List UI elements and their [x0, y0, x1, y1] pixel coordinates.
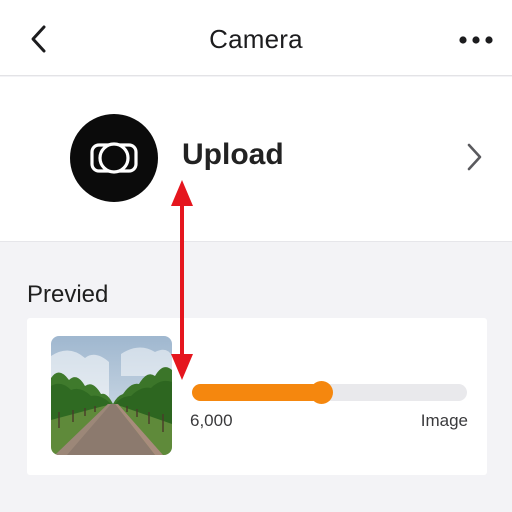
progress-fill — [192, 384, 322, 401]
top-bar: Camera — [0, 0, 512, 76]
slider-handle[interactable] — [310, 381, 334, 404]
section-title: Previed — [27, 281, 109, 308]
chevron-right-icon — [460, 139, 488, 175]
more-horizontal-icon — [459, 36, 493, 44]
page-title: Camera — [209, 24, 303, 54]
preview-thumbnail[interactable] — [51, 336, 172, 455]
camera-icon — [90, 142, 138, 174]
tree-lined-road-photo — [51, 336, 172, 455]
progress-slider[interactable] — [192, 381, 467, 404]
camera-avatar — [70, 114, 158, 202]
progress-value: 6,000 — [190, 411, 233, 430]
upload-label: Upload — [182, 138, 284, 171]
progress-label: Image — [420, 411, 468, 430]
upload-row[interactable]: Upload — [0, 77, 512, 242]
preview-card: 6,000 Image — [27, 318, 487, 475]
more-options-button[interactable] — [454, 26, 498, 54]
